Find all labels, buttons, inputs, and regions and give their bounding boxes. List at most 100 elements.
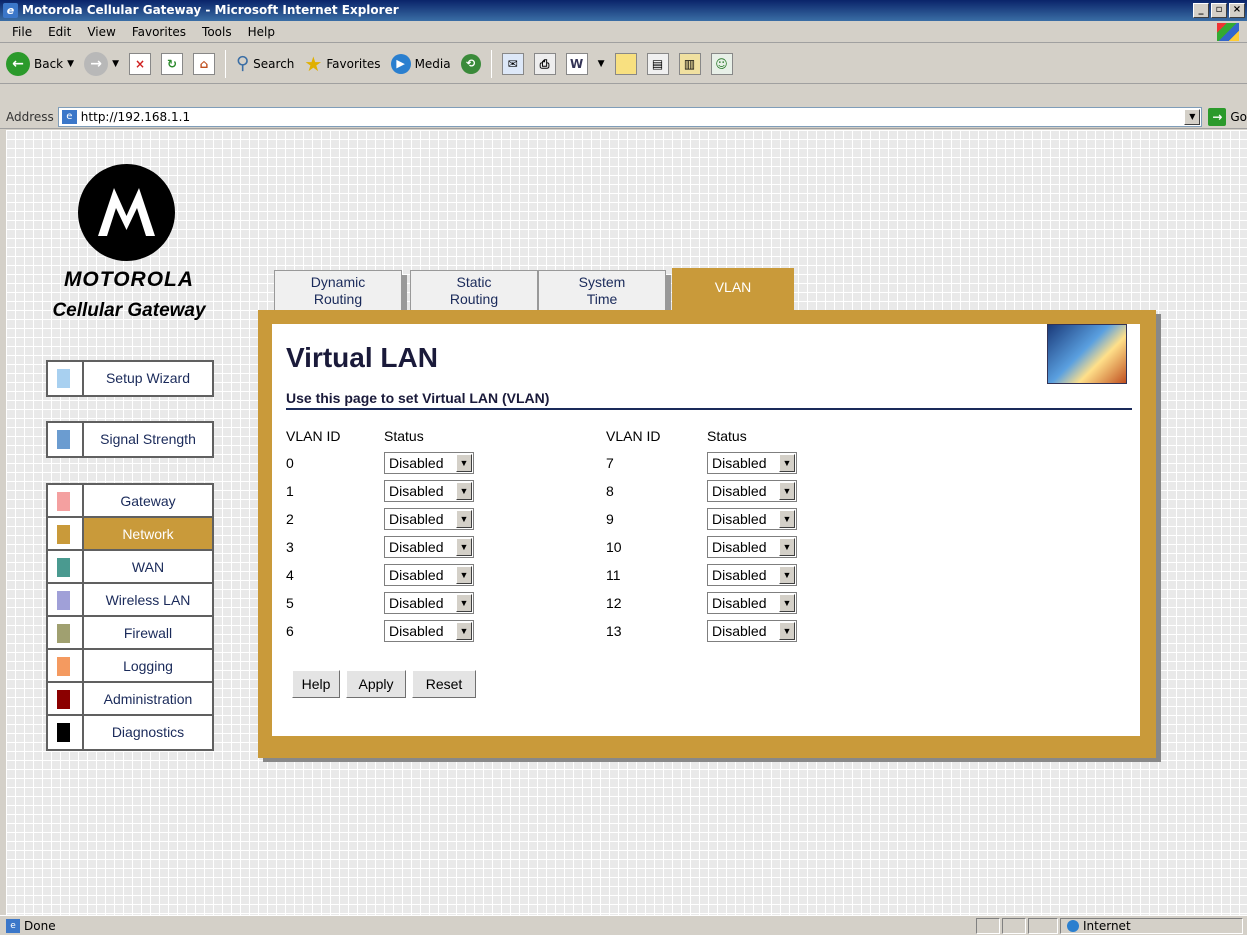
discuss-icon[interactable] [614, 52, 637, 75]
menu-help[interactable]: Help [240, 25, 283, 39]
nav-label: Administration [82, 683, 212, 714]
tab-label-line1: Dynamic [310, 274, 366, 290]
nav-swatch [57, 624, 70, 643]
address-dropdown-icon[interactable]: ▼ [1184, 108, 1201, 125]
vlan-status-select[interactable]: Disabled ▼ [384, 620, 474, 642]
menu-edit[interactable]: Edit [40, 25, 79, 39]
favorites-label: Favorites [326, 56, 381, 71]
chevron-down-icon[interactable]: ▼ [779, 454, 795, 472]
back-dropdown-icon[interactable]: ▼ [67, 59, 74, 69]
media-icon: ▶ [390, 53, 411, 74]
star-icon: ★ [304, 51, 323, 76]
forward-button[interactable]: → ▼ [84, 51, 119, 76]
vlan-status-select[interactable]: Disabled ▼ [707, 452, 797, 474]
nav-setup-wizard[interactable]: Setup Wizard [48, 362, 212, 395]
column-header-status: Status [384, 428, 424, 444]
back-arrow-icon: ← [6, 51, 30, 76]
vlan-status-select[interactable]: Disabled ▼ [707, 592, 797, 614]
apply-button[interactable]: Apply [346, 670, 406, 698]
chevron-down-icon[interactable]: ▼ [779, 566, 795, 584]
chevron-down-icon[interactable]: ▼ [779, 538, 795, 556]
nav-logging[interactable]: Logging [48, 650, 212, 683]
nav-swatch [57, 723, 70, 742]
nav-group-signal: Signal Strength [46, 421, 214, 458]
vlan-status-value: Disabled [712, 483, 767, 499]
favorites-button[interactable]: ★ Favorites [304, 52, 380, 76]
vlan-status-select[interactable]: Disabled ▼ [707, 508, 797, 530]
vlan-status-select[interactable]: Disabled ▼ [707, 620, 797, 642]
tab-vlan[interactable]: VLAN [672, 268, 794, 310]
brand-name: MOTOROLA [63, 268, 195, 291]
mail-icon[interactable]: ✉ [501, 52, 524, 75]
close-button[interactable]: × [1229, 3, 1245, 18]
tab-static-routing[interactable]: Static Routing [410, 270, 543, 311]
edit-dropdown-icon[interactable]: ▼ [598, 59, 605, 69]
chevron-down-icon[interactable]: ▼ [456, 454, 472, 472]
home-icon[interactable]: ⌂ [192, 52, 215, 75]
nav-label: Wireless LAN [82, 584, 212, 615]
vlan-status-select[interactable]: Disabled ▼ [707, 536, 797, 558]
nav-wan[interactable]: WAN [48, 551, 212, 584]
chevron-down-icon[interactable]: ▼ [456, 566, 472, 584]
tab-system-time[interactable]: System Time [538, 270, 671, 311]
vlan-status-select[interactable]: Disabled ▼ [384, 592, 474, 614]
chevron-down-icon[interactable]: ▼ [779, 622, 795, 640]
media-button[interactable]: ▶ Media [390, 53, 451, 74]
refresh-icon[interactable]: ↻ [160, 52, 183, 75]
vlan-status-select[interactable]: Disabled ▼ [384, 480, 474, 502]
nav-signal-strength[interactable]: Signal Strength [48, 423, 212, 456]
chevron-down-icon[interactable]: ▼ [779, 510, 795, 528]
search-icon: ⚲ [235, 53, 250, 74]
vlan-status-select[interactable]: Disabled ▼ [384, 508, 474, 530]
vlan-status-select[interactable]: Disabled ▼ [707, 480, 797, 502]
menu-tools[interactable]: Tools [194, 25, 240, 39]
status-pane [1028, 918, 1058, 934]
motorola-logo-icon [78, 164, 175, 261]
chevron-down-icon[interactable]: ▼ [456, 510, 472, 528]
chevron-down-icon[interactable]: ▼ [779, 594, 795, 612]
menu-favorites[interactable]: Favorites [124, 25, 194, 39]
stop-icon[interactable]: × [128, 52, 151, 75]
nav-label: Signal Strength [82, 423, 212, 456]
toolbar-separator [224, 49, 226, 78]
forward-dropdown-icon[interactable]: ▼ [112, 59, 119, 69]
chevron-down-icon[interactable]: ▼ [779, 482, 795, 500]
nav-administration[interactable]: Administration [48, 683, 212, 716]
vlan-status-select[interactable]: Disabled ▼ [384, 564, 474, 586]
reset-button[interactable]: Reset [412, 670, 476, 698]
maximize-button[interactable]: ▫ [1211, 3, 1227, 18]
address-input[interactable]: e http://192.168.1.1 ▼ [57, 106, 1203, 127]
back-button[interactable]: ← Back ▼ [6, 51, 74, 76]
address-label: Address [6, 109, 54, 124]
chevron-down-icon[interactable]: ▼ [456, 538, 472, 556]
forward-arrow-icon: → [84, 51, 109, 76]
menu-view[interactable]: View [79, 25, 123, 39]
vlan-status-select[interactable]: Disabled ▼ [384, 452, 474, 474]
chevron-down-icon[interactable]: ▼ [456, 622, 472, 640]
nav-diagnostics[interactable]: Diagnostics [48, 716, 212, 749]
edit-word-icon[interactable]: W [565, 52, 588, 75]
status-pane [976, 918, 1000, 934]
vlan-status-select[interactable]: Disabled ▼ [707, 564, 797, 586]
nav-gateway[interactable]: Gateway [48, 485, 212, 518]
messenger-icon[interactable]: ☺ [710, 52, 733, 75]
vlan-status-select[interactable]: Disabled ▼ [384, 536, 474, 558]
print-icon[interactable]: ⎙ [533, 52, 556, 75]
nav-network[interactable]: Network [48, 518, 212, 551]
menu-file[interactable]: File [4, 25, 40, 39]
go-button[interactable]: → Go [1208, 107, 1247, 126]
search-button[interactable]: ⚲ Search [236, 53, 294, 74]
nav-label: Diagnostics [82, 716, 212, 749]
tab-dynamic-routing[interactable]: Dynamic Routing [274, 270, 407, 311]
research-icon[interactable]: ▤ [646, 52, 669, 75]
folder-icon[interactable]: ▥ [678, 52, 701, 75]
minimize-button[interactable]: _ [1193, 3, 1209, 18]
chevron-down-icon[interactable]: ▼ [456, 594, 472, 612]
tab-label-line1: System [578, 274, 626, 290]
chevron-down-icon[interactable]: ▼ [456, 482, 472, 500]
nav-wireless-lan[interactable]: Wireless LAN [48, 584, 212, 617]
history-icon[interactable]: ⟲ [460, 53, 481, 74]
help-button[interactable]: Help [292, 670, 340, 698]
nav-firewall[interactable]: Firewall [48, 617, 212, 650]
vlan-id-label: 1 [286, 483, 294, 499]
